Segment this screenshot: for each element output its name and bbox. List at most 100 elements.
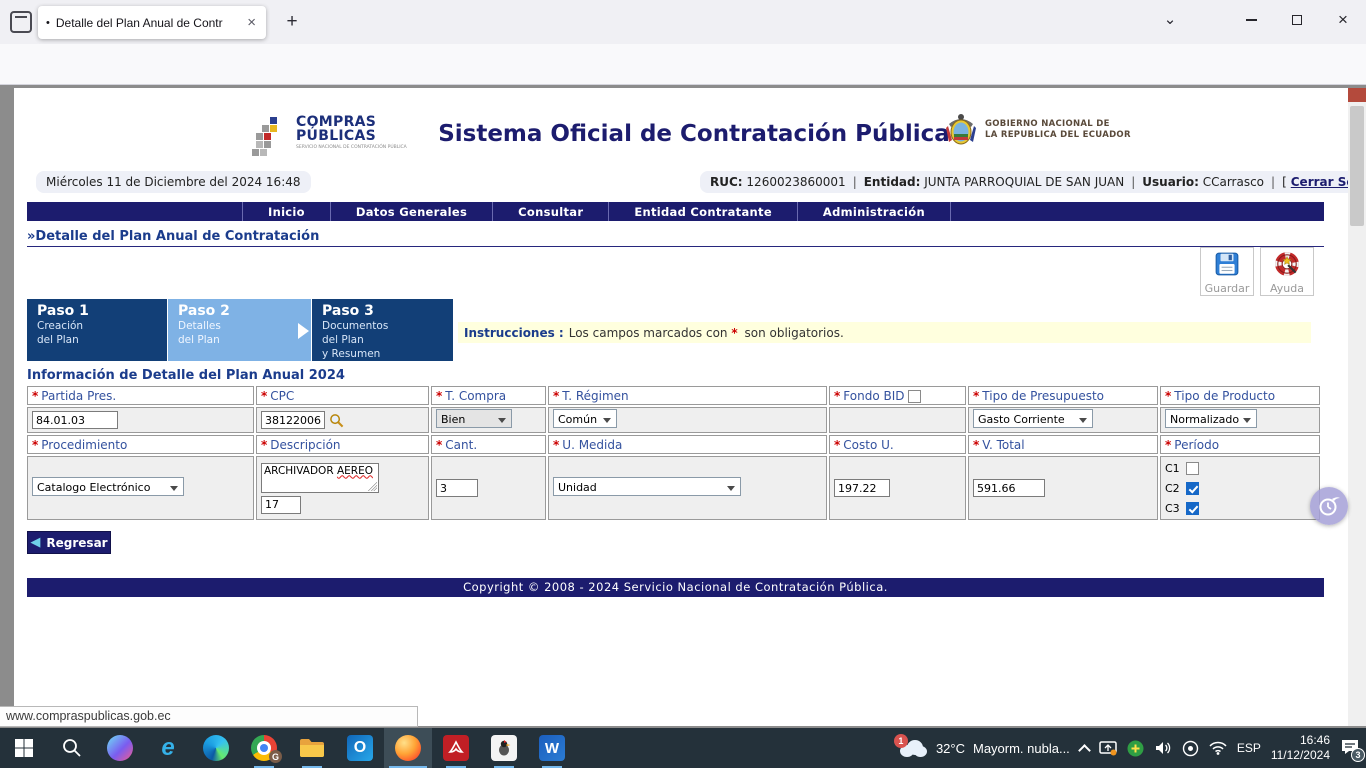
taskbar-copilot[interactable] bbox=[96, 728, 144, 768]
start-button[interactable] bbox=[0, 728, 48, 768]
meet-now-icon[interactable] bbox=[1182, 740, 1199, 757]
page-footer: Copyright © 2008 - 2024 Servicio Naciona… bbox=[27, 578, 1324, 597]
periodo-c3-checkbox[interactable] bbox=[1186, 502, 1199, 515]
scrollbar-thumb[interactable] bbox=[1350, 106, 1364, 226]
menu-item-consultar[interactable]: Consultar bbox=[493, 202, 609, 221]
partida-input[interactable] bbox=[32, 411, 118, 429]
menu-item-datos-generales[interactable]: Datos Generales bbox=[331, 202, 493, 221]
regresar-button[interactable]: ◀ Regresar bbox=[27, 531, 111, 554]
cant-input[interactable] bbox=[436, 479, 478, 497]
cell-tipo-presupuesto: Gasto Corriente bbox=[968, 407, 1158, 433]
speaker-icon[interactable] bbox=[1154, 740, 1172, 756]
col-header-tregimen: *T. Régimen bbox=[548, 386, 827, 405]
status-bar-link-preview: www.compraspublicas.gob.ec bbox=[0, 706, 418, 727]
col-header-periodo: *Período bbox=[1160, 435, 1320, 454]
header-row-2: *Procedimiento *Descripción *Cant. *U. M… bbox=[27, 435, 1320, 454]
col-header-cpc: *CPC bbox=[256, 386, 429, 405]
menu-item-entidad-contratante[interactable]: Entidad Contratante bbox=[609, 202, 798, 221]
weather-widget[interactable]: 1 32°C Mayorm. nubla... bbox=[890, 739, 1070, 757]
taskbar-edge[interactable] bbox=[192, 728, 240, 768]
ie-icon: e bbox=[161, 734, 174, 762]
step-1[interactable]: Paso 1 Creación del Plan bbox=[27, 299, 167, 361]
tregimen-select[interactable]: Común bbox=[553, 409, 617, 428]
col-header-tipo-producto: *Tipo de Producto bbox=[1160, 386, 1320, 405]
window-maximize-button[interactable] bbox=[1274, 0, 1320, 40]
step-3[interactable]: Paso 3 Documentos del Plan y Resumen bbox=[312, 299, 453, 361]
col-header-vtotal: *V. Total bbox=[968, 435, 1158, 454]
plan-detail-table: *Partida Pres. *CPC *T. Compra *T. Régim… bbox=[25, 384, 1322, 522]
life-ring-icon bbox=[1274, 251, 1300, 277]
descripcion-extra-input[interactable] bbox=[261, 496, 301, 514]
tipo-presupuesto-select[interactable]: Gasto Corriente bbox=[973, 409, 1093, 428]
recent-browsing-icon[interactable] bbox=[10, 11, 32, 33]
chrome-profile-badge: G bbox=[269, 750, 282, 763]
notification-count-badge: 3 bbox=[1351, 748, 1365, 762]
col-header-tipo-presupuesto: *Tipo de Presupuesto bbox=[968, 386, 1158, 405]
main-menu: Inicio Datos Generales Consultar Entidad… bbox=[27, 202, 1324, 221]
tray-expand-chevron-icon[interactable] bbox=[1078, 744, 1091, 757]
cast-icon[interactable] bbox=[1099, 740, 1117, 756]
tipo-producto-select[interactable]: Normalizado bbox=[1165, 409, 1257, 428]
tab-list-chevron-icon[interactable]: ⌄ bbox=[1156, 8, 1184, 36]
web-page: COMPRASPÚBLICAS SERVICIO NACIONAL DE CON… bbox=[14, 88, 1348, 726]
window-close-button[interactable]: × bbox=[1320, 0, 1366, 40]
language-indicator[interactable]: ESP bbox=[1237, 741, 1261, 755]
procedimiento-select[interactable]: Catalogo Electrónico bbox=[32, 477, 184, 496]
periodo-c1-checkbox[interactable] bbox=[1186, 462, 1199, 475]
resize-grip-icon[interactable] bbox=[368, 482, 377, 491]
taskbar-bird-app[interactable] bbox=[480, 728, 528, 768]
taskbar-outlook[interactable]: O bbox=[336, 728, 384, 768]
menu-item-inicio[interactable]: Inicio bbox=[243, 202, 331, 221]
taskbar-word[interactable]: W bbox=[528, 728, 576, 768]
fondo-bid-checkbox[interactable] bbox=[908, 390, 921, 403]
periodo-c2-checkbox[interactable] bbox=[1186, 482, 1199, 495]
window-minimize-button[interactable] bbox=[1228, 0, 1274, 40]
step-2-active[interactable]: Paso 2 Detalles del Plan bbox=[168, 299, 311, 361]
folder-icon bbox=[299, 737, 325, 759]
antivirus-icon[interactable] bbox=[1127, 740, 1144, 757]
menu-item-administracion[interactable]: Administración bbox=[798, 202, 951, 221]
tcompra-select[interactable]: Bien bbox=[436, 409, 512, 428]
step-arrow-icon bbox=[298, 323, 309, 339]
cpc-input[interactable] bbox=[261, 411, 325, 429]
scrollbar-marker[interactable] bbox=[1348, 88, 1366, 102]
browser-tab[interactable]: • Detalle del Plan Anual de Contr × bbox=[38, 6, 266, 39]
back-arrow-icon: ◀ bbox=[30, 535, 40, 550]
firefox-icon bbox=[395, 735, 421, 761]
cell-fondo-bid bbox=[829, 407, 966, 433]
taskbar-internet-explorer[interactable]: e bbox=[144, 728, 192, 768]
save-button[interactable]: Guardar bbox=[1200, 247, 1254, 296]
browser-toolbar: ← → × https://www.compraspublicas.gob.ec… bbox=[0, 44, 1366, 85]
col-header-fondo-bid: *Fondo BID bbox=[829, 386, 966, 405]
taskbar-chrome[interactable]: G bbox=[240, 728, 288, 768]
cell-costo bbox=[829, 456, 966, 520]
vtotal-input[interactable] bbox=[973, 479, 1045, 497]
cpc-search-icon[interactable] bbox=[329, 413, 344, 428]
notification-center-button[interactable]: 3 bbox=[1340, 738, 1360, 759]
cell-cpc bbox=[256, 407, 429, 433]
wifi-icon[interactable] bbox=[1209, 741, 1227, 755]
taskbar-acrobat[interactable] bbox=[432, 728, 480, 768]
weather-cloud-icon: 1 bbox=[898, 739, 928, 757]
taskbar-file-explorer[interactable] bbox=[288, 728, 336, 768]
col-header-partida: *Partida Pres. bbox=[27, 386, 254, 405]
costo-input[interactable] bbox=[834, 479, 890, 497]
tab-close-icon[interactable]: × bbox=[245, 14, 258, 31]
new-tab-button[interactable]: + bbox=[278, 8, 306, 36]
descripcion-textarea[interactable]: ARCHIVADOR AEREO bbox=[261, 463, 379, 493]
instructions-banner: Instrucciones : Los campos marcados con … bbox=[458, 322, 1311, 343]
tab-strip: • Detalle del Plan Anual de Contr × + ⌄ … bbox=[0, 0, 1366, 44]
cell-tregimen: Común bbox=[548, 407, 827, 433]
cell-tcompra: Bien bbox=[431, 407, 546, 433]
taskbar-firefox-active[interactable] bbox=[384, 728, 432, 768]
word-icon: W bbox=[539, 735, 565, 761]
taskbar-clock[interactable]: 16:46 11/12/2024 bbox=[1271, 733, 1330, 763]
umedida-select[interactable]: Unidad bbox=[553, 477, 741, 496]
taskbar-search-button[interactable] bbox=[48, 728, 96, 768]
floppy-disk-icon bbox=[1214, 251, 1240, 277]
help-button[interactable]: Ayuda bbox=[1260, 247, 1314, 296]
breadcrumb: »Detalle del Plan Anual de Contratación bbox=[27, 229, 319, 244]
screen-capture-overlay-button[interactable] bbox=[1310, 487, 1348, 525]
timer-wing-icon bbox=[1317, 494, 1341, 518]
browser-scrollbar[interactable] bbox=[1348, 88, 1366, 726]
